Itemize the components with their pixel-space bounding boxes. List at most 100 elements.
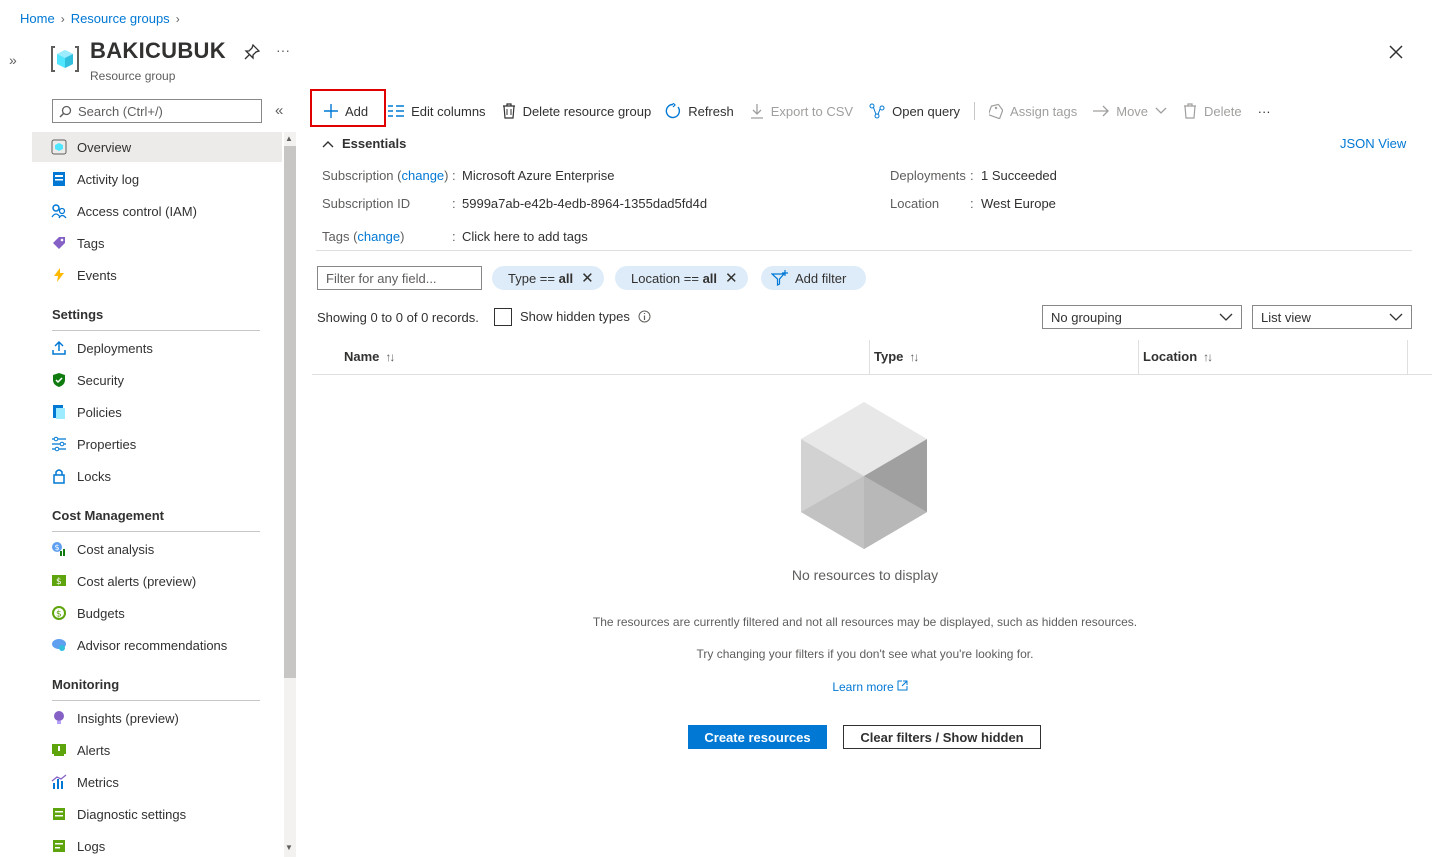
clear-filters-button[interactable]: Clear filters / Show hidden <box>843 725 1041 749</box>
delete-button[interactable]: Delete <box>1175 95 1250 127</box>
sidebar-item-events[interactable]: Events <box>32 260 282 290</box>
change-tags-link[interactable]: change <box>357 229 400 244</box>
essentials-divider <box>316 250 1412 251</box>
sidebar-item-iam[interactable]: Access control (IAM) <box>32 196 282 226</box>
lightning-icon <box>50 267 67 284</box>
sidebar-item-locks[interactable]: Locks <box>32 461 282 491</box>
column-header-location[interactable]: Location ↑↓ <box>1143 349 1213 364</box>
page-subtitle: Resource group <box>90 69 176 83</box>
policy-icon <box>50 404 67 421</box>
breadcrumb-resource-groups[interactable]: Resource groups <box>71 11 170 26</box>
activity-log-icon <box>50 171 67 188</box>
type-filter-pill[interactable]: Type == all ✕ <box>492 266 604 290</box>
download-icon <box>750 103 764 119</box>
sidebar-item-cost-analysis[interactable]: $ Cost analysis <box>32 534 282 564</box>
refresh-button[interactable]: Refresh <box>659 95 742 127</box>
assign-tags-button[interactable]: Assign tags <box>981 95 1085 127</box>
sidebar-scroll-thumb[interactable] <box>284 146 296 678</box>
sidebar-item-policies[interactable]: Policies <box>32 397 282 427</box>
sidebar-item-diagnostic-settings[interactable]: Diagnostic settings <box>32 799 282 829</box>
create-resources-button[interactable]: Create resources <box>688 725 827 749</box>
breadcrumb-home[interactable]: Home <box>20 11 55 26</box>
chevron-down-icon <box>1155 107 1167 115</box>
empty-state-title: No resources to display <box>791 567 939 583</box>
edit-columns-button[interactable]: Edit columns <box>376 95 493 127</box>
filter-input[interactable]: Filter for any field... <box>317 266 482 290</box>
delete-resource-group-button[interactable]: Delete resource group <box>494 95 660 127</box>
column-header-name[interactable]: Name ↑↓ <box>344 349 395 364</box>
close-icon[interactable]: ✕ <box>725 269 738 287</box>
sort-icon: ↑↓ <box>909 349 919 364</box>
colon: : <box>452 229 456 244</box>
records-count: Showing 0 to 0 of 0 records. <box>317 310 479 325</box>
sidebar-divider <box>52 531 260 532</box>
chevron-down-icon <box>1219 313 1233 321</box>
cost-analysis-icon: $ <box>50 541 67 558</box>
breadcrumb: Home › Resource groups › <box>20 11 180 26</box>
more-commands-button[interactable]: ··· <box>1250 95 1279 127</box>
sidebar-item-overview[interactable]: Overview <box>32 132 282 162</box>
refresh-icon <box>665 103 681 119</box>
more-options-button[interactable]: ··· <box>276 42 290 58</box>
grouping-dropdown[interactable]: No grouping <box>1042 305 1242 329</box>
location-filter-pill[interactable]: Location == all ✕ <box>615 266 748 290</box>
learn-more-link[interactable]: Learn more <box>0 680 1432 694</box>
sort-icon: ↑↓ <box>1203 349 1213 364</box>
add-filter-button[interactable]: Add filter <box>761 266 866 290</box>
pin-icon[interactable] <box>244 44 260 60</box>
sidebar-section-settings: Settings <box>52 307 104 322</box>
sidebar-item-insights[interactable]: Insights (preview) <box>32 703 282 733</box>
add-filter-icon <box>771 270 789 286</box>
tags-label: Tags (change) <box>322 229 405 244</box>
sort-icon: ↑↓ <box>385 349 395 364</box>
resource-group-icon <box>50 44 80 74</box>
sidebar-item-activity-log[interactable]: Activity log <box>32 164 282 194</box>
arrow-right-icon <box>1093 105 1110 117</box>
sidebar-item-tags[interactable]: Tags <box>32 228 282 258</box>
expand-menu-button[interactable]: » <box>9 52 17 68</box>
close-icon[interactable]: ✕ <box>581 269 594 287</box>
tag-icon <box>989 103 1004 119</box>
sidebar-item-deployments[interactable]: Deployments <box>32 333 282 363</box>
scroll-up-icon[interactable]: ▲ <box>285 134 293 143</box>
sidebar-divider <box>52 700 260 701</box>
close-icon[interactable] <box>1388 44 1404 60</box>
open-query-button[interactable]: Open query <box>861 95 968 127</box>
essentials-toggle[interactable]: Essentials <box>322 136 406 151</box>
sidebar-divider <box>52 330 260 331</box>
sidebar-item-security[interactable]: Security <box>32 365 282 395</box>
change-subscription-link[interactable]: change <box>402 168 445 183</box>
sidebar-nav: Overview Activity log Access control (IA… <box>32 132 282 857</box>
sidebar-search-input[interactable]: Search (Ctrl+/) <box>52 99 262 123</box>
upload-icon <box>50 340 67 357</box>
subscription-value-link[interactable]: Microsoft Azure Enterprise <box>462 168 614 183</box>
subscription-id-label: Subscription ID <box>322 196 411 211</box>
sidebar-item-metrics[interactable]: Metrics <box>32 767 282 797</box>
sidebar-item-properties[interactable]: Properties <box>32 429 282 459</box>
collapse-menu-button[interactable]: « <box>275 102 283 119</box>
column-header-type[interactable]: Type ↑↓ <box>874 349 919 364</box>
json-view-link[interactable]: JSON View <box>1340 136 1406 151</box>
add-tags-link[interactable]: Click here to add tags <box>462 229 588 244</box>
column-separator[interactable] <box>1138 340 1139 375</box>
empty-state-hint: Try changing your filters if you don't s… <box>696 647 1034 661</box>
export-csv-button[interactable]: Export to CSV <box>742 95 861 127</box>
show-hidden-types-checkbox[interactable] <box>494 308 512 326</box>
info-icon[interactable] <box>638 310 651 323</box>
sidebar-item-alerts[interactable]: Alerts <box>32 735 282 765</box>
colon: : <box>452 168 456 183</box>
chevron-down-icon <box>1389 313 1403 321</box>
move-button[interactable]: Move <box>1085 95 1175 127</box>
column-separator[interactable] <box>869 340 870 375</box>
sidebar-item-logs[interactable]: Logs <box>32 831 282 857</box>
show-hidden-types-label: Show hidden types <box>520 309 651 324</box>
deployments-label: Deployments <box>890 168 966 183</box>
external-link-icon <box>897 680 908 694</box>
edit-columns-icon <box>388 104 405 118</box>
deployments-value-link[interactable]: 1 Succeeded <box>981 168 1057 183</box>
column-separator[interactable] <box>1407 340 1408 375</box>
properties-icon <box>50 436 67 453</box>
scroll-down-icon[interactable]: ▼ <box>285 843 293 852</box>
view-dropdown[interactable]: List view <box>1252 305 1412 329</box>
diagnostic-icon <box>50 806 67 823</box>
